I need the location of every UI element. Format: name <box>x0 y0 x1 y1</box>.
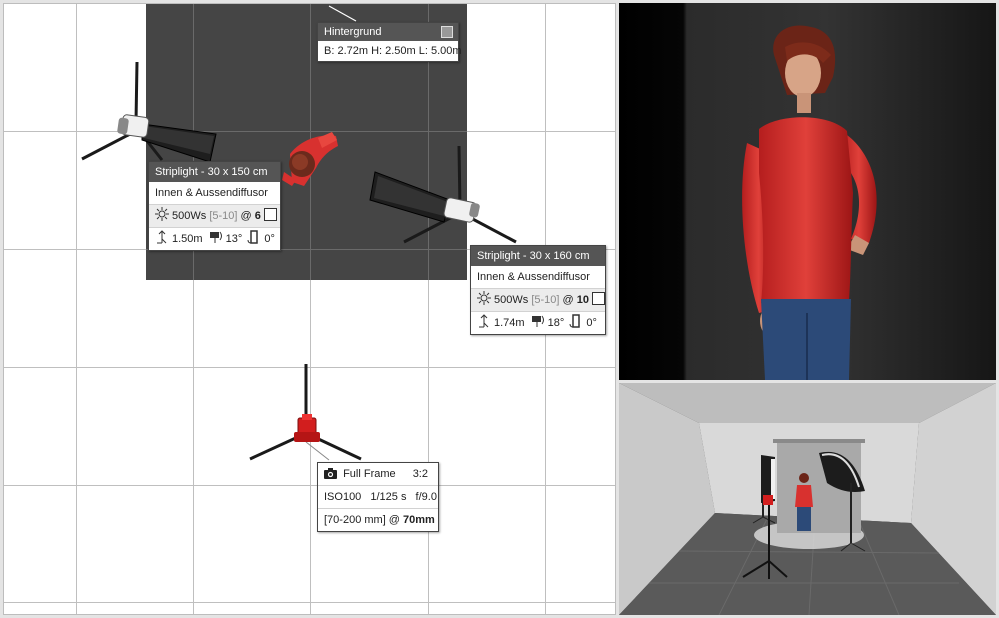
light-left-info-box[interactable]: Striplight - 30 x 150 cm Innen & Aussend… <box>148 161 281 251</box>
light-left-use: Innen & Aussendiffusor <box>155 187 268 199</box>
light-right-setting[interactable]: 10 <box>577 294 589 306</box>
tilt-icon <box>531 315 544 327</box>
light-left-checkbox[interactable] <box>263 208 277 221</box>
striplight-right[interactable] <box>369 145 517 244</box>
studio-plan-view[interactable]: Hintergrund B: 2.72m H: 2.50m L: 5.00m S… <box>3 3 616 615</box>
light-left-geometry-row: 1.50m 13° 0° <box>149 227 280 250</box>
light-left-setting[interactable]: 6 <box>255 210 261 222</box>
striplight-left[interactable] <box>81 61 217 163</box>
height-icon <box>157 230 167 244</box>
tilt-icon <box>209 231 222 243</box>
light-right-geometry-row: 1.74m 18° 0° <box>471 311 605 334</box>
camera-info-box[interactable]: Full Frame 3:2 ISO100 1/125 s f/9.0 [70-… <box>317 462 439 532</box>
background-title: Hintergrund <box>324 26 382 38</box>
light-left-title: Striplight - 30 x 150 cm <box>149 162 280 182</box>
studio-3d-scene <box>619 383 996 615</box>
height-icon <box>479 314 489 328</box>
camera-exposure-row: ISO100 1/125 s f/9.0 <box>318 485 438 508</box>
camera-lens-row: [70-200 mm] @ 70mm <box>318 508 438 531</box>
flash-power-icon <box>477 291 491 305</box>
light-right-info-box[interactable]: Striplight - 30 x 160 cm Innen & Aussend… <box>470 245 606 335</box>
light-right-title: Striplight - 30 x 160 cm <box>471 246 605 266</box>
model-top-view[interactable] <box>282 132 338 186</box>
camera-focal-length[interactable]: 70mm <box>403 514 435 526</box>
flash-power-icon <box>155 207 169 221</box>
camera-sensor-row: Full Frame 3:2 <box>318 463 438 485</box>
background-info-box[interactable]: Hintergrund B: 2.72m H: 2.50m L: 5.00m <box>317 22 462 62</box>
model-portrait-render <box>619 3 996 380</box>
camera-render-view <box>619 3 996 380</box>
camera-tripod[interactable] <box>249 364 362 461</box>
light-right-power-row: 500Ws [5-10] @ 10 <box>471 288 605 311</box>
background-dimensions: B: 2.72m H: 2.50m L: 5.00m <box>324 45 462 57</box>
camera-icon <box>324 468 337 479</box>
light-right-checkbox[interactable] <box>592 292 605 305</box>
light-left-power-row: 500Ws [5-10] @ 6 <box>149 204 280 227</box>
background-color-swatch[interactable] <box>441 26 453 38</box>
rotation-icon <box>569 314 581 328</box>
light-right-use: Innen & Aussendiffusor <box>477 271 590 283</box>
studio-overview-render <box>619 383 996 615</box>
rotation-icon <box>247 230 259 244</box>
